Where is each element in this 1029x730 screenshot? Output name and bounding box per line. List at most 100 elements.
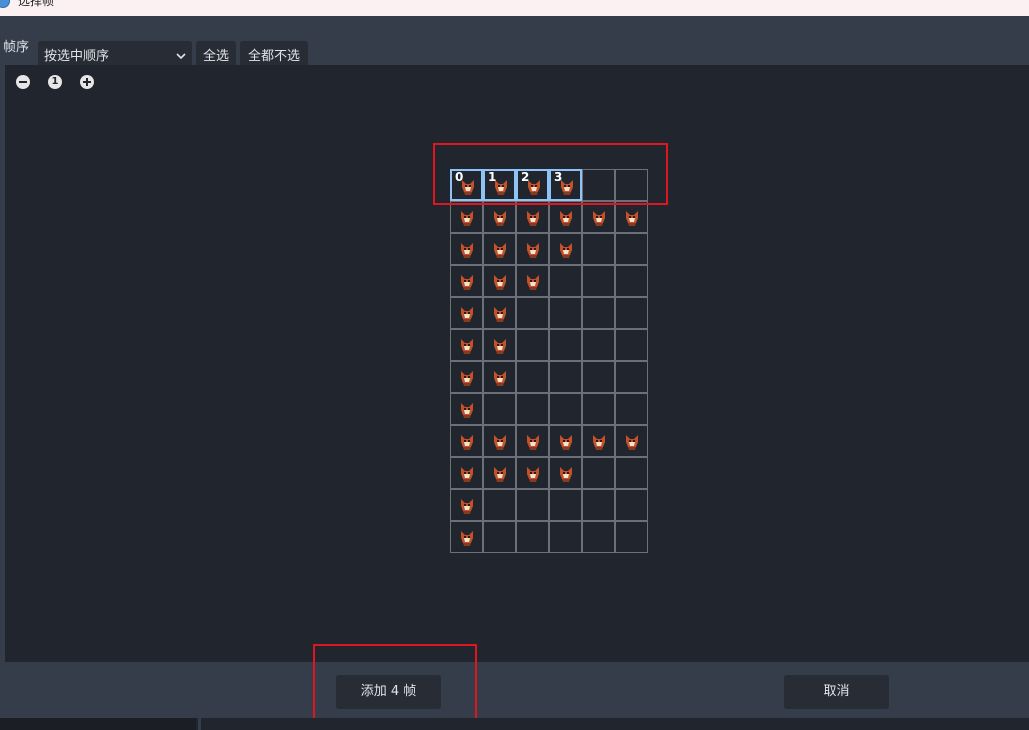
frame-cell[interactable] xyxy=(582,521,615,553)
frame-cell[interactable] xyxy=(516,297,549,329)
cancel-button[interactable]: 取消 xyxy=(784,675,889,709)
frame-cell[interactable] xyxy=(582,489,615,521)
frame-cell[interactable] xyxy=(483,361,516,393)
fox-sprite-icon xyxy=(527,275,539,290)
frame-cell[interactable] xyxy=(450,425,483,457)
frame-cell[interactable] xyxy=(615,425,648,457)
frame-cell[interactable] xyxy=(582,393,615,425)
frame-cell[interactable] xyxy=(483,393,516,425)
fox-sprite-icon xyxy=(626,435,638,450)
fox-sprite-icon xyxy=(461,275,473,290)
frame-cell[interactable] xyxy=(549,297,582,329)
frame-cell[interactable] xyxy=(450,457,483,489)
frame-cell[interactable] xyxy=(450,233,483,265)
fox-sprite-icon xyxy=(461,211,473,226)
zoom-out-icon[interactable] xyxy=(15,74,31,90)
frame-cell[interactable] xyxy=(615,457,648,489)
zoom-in-icon[interactable] xyxy=(79,74,95,90)
annotation-box-selected-frames xyxy=(433,143,668,205)
frame-cell[interactable] xyxy=(615,489,648,521)
fox-sprite-icon xyxy=(494,371,506,386)
frame-cell[interactable] xyxy=(615,233,648,265)
frame-cell[interactable] xyxy=(549,201,582,233)
frame-cell[interactable] xyxy=(582,457,615,489)
frame-cell[interactable] xyxy=(450,297,483,329)
frame-cell[interactable] xyxy=(549,233,582,265)
frame-cell[interactable] xyxy=(516,265,549,297)
frame-cell[interactable] xyxy=(483,297,516,329)
frame-cell[interactable] xyxy=(516,201,549,233)
zoom-reset-button[interactable]: 1 xyxy=(47,74,63,90)
frame-cell[interactable] xyxy=(582,233,615,265)
frame-cell[interactable] xyxy=(516,361,549,393)
frame-cell[interactable] xyxy=(516,329,549,361)
frame-cell[interactable] xyxy=(549,361,582,393)
status-segment xyxy=(0,718,196,730)
frame-cell[interactable] xyxy=(615,521,648,553)
frame-cell[interactable] xyxy=(516,393,549,425)
footer-bar: 添加 4 帧 取消 xyxy=(0,644,1029,720)
frame-cell[interactable] xyxy=(516,233,549,265)
fox-sprite-icon xyxy=(494,243,506,258)
zoom-reset-label: 1 xyxy=(51,76,59,87)
frame-cell[interactable] xyxy=(483,201,516,233)
status-bar xyxy=(0,718,1029,730)
frame-cell[interactable] xyxy=(549,265,582,297)
app-icon xyxy=(0,0,10,8)
fox-sprite-icon xyxy=(626,211,638,226)
frame-cell[interactable] xyxy=(450,265,483,297)
frame-cell[interactable] xyxy=(516,425,549,457)
frame-cell[interactable] xyxy=(582,361,615,393)
window-title: 选择帧 xyxy=(18,0,55,8)
frame-cell[interactable] xyxy=(483,329,516,361)
frame-cell[interactable] xyxy=(516,489,549,521)
frame-cell[interactable] xyxy=(483,521,516,553)
frame-cell[interactable] xyxy=(450,329,483,361)
frame-cell[interactable] xyxy=(549,457,582,489)
frame-cell[interactable] xyxy=(549,489,582,521)
frame-cell[interactable] xyxy=(549,329,582,361)
fox-sprite-icon xyxy=(461,499,473,514)
frame-cell[interactable] xyxy=(582,201,615,233)
frame-cell[interactable] xyxy=(483,265,516,297)
frame-cell[interactable] xyxy=(450,393,483,425)
toolbar: 帧序 按选中顺序 全选 全都不选 xyxy=(0,16,1029,72)
fox-sprite-icon xyxy=(461,371,473,386)
frame-cell[interactable] xyxy=(615,265,648,297)
frame-cell[interactable] xyxy=(582,265,615,297)
fox-sprite-icon xyxy=(461,339,473,354)
frame-cell[interactable] xyxy=(450,521,483,553)
frame-cell[interactable] xyxy=(615,201,648,233)
frame-cell[interactable] xyxy=(450,361,483,393)
frame-cell[interactable] xyxy=(516,521,549,553)
title-bar: 选择帧 xyxy=(0,0,1029,16)
frame-grid-cells: 0123 xyxy=(450,169,648,553)
frame-cell[interactable] xyxy=(615,393,648,425)
frame-cell[interactable] xyxy=(483,457,516,489)
order-dropdown-value: 按选中顺序 xyxy=(44,49,110,64)
fox-sprite-icon xyxy=(461,307,473,322)
fox-sprite-icon xyxy=(494,307,506,322)
frame-cell[interactable] xyxy=(582,425,615,457)
frame-cell[interactable] xyxy=(450,489,483,521)
frame-cell[interactable] xyxy=(615,297,648,329)
fox-sprite-icon xyxy=(494,339,506,354)
frame-cell[interactable] xyxy=(615,329,648,361)
frame-preview-panel[interactable]: 1 0123 xyxy=(5,65,1029,662)
frame-cell[interactable] xyxy=(549,425,582,457)
frame-cell[interactable] xyxy=(516,457,549,489)
fox-sprite-icon xyxy=(593,435,605,450)
frame-cell[interactable] xyxy=(483,233,516,265)
frame-cell[interactable] xyxy=(450,201,483,233)
fox-sprite-icon xyxy=(527,435,539,450)
frame-cell[interactable] xyxy=(549,393,582,425)
frame-cell[interactable] xyxy=(483,489,516,521)
frame-order-label: 帧序 xyxy=(3,40,30,55)
frame-cell[interactable] xyxy=(483,425,516,457)
frame-cell[interactable] xyxy=(615,361,648,393)
frame-cell[interactable] xyxy=(549,521,582,553)
frame-cell[interactable] xyxy=(582,297,615,329)
frame-cell[interactable] xyxy=(582,329,615,361)
fox-sprite-icon xyxy=(560,467,572,482)
fox-sprite-icon xyxy=(593,211,605,226)
